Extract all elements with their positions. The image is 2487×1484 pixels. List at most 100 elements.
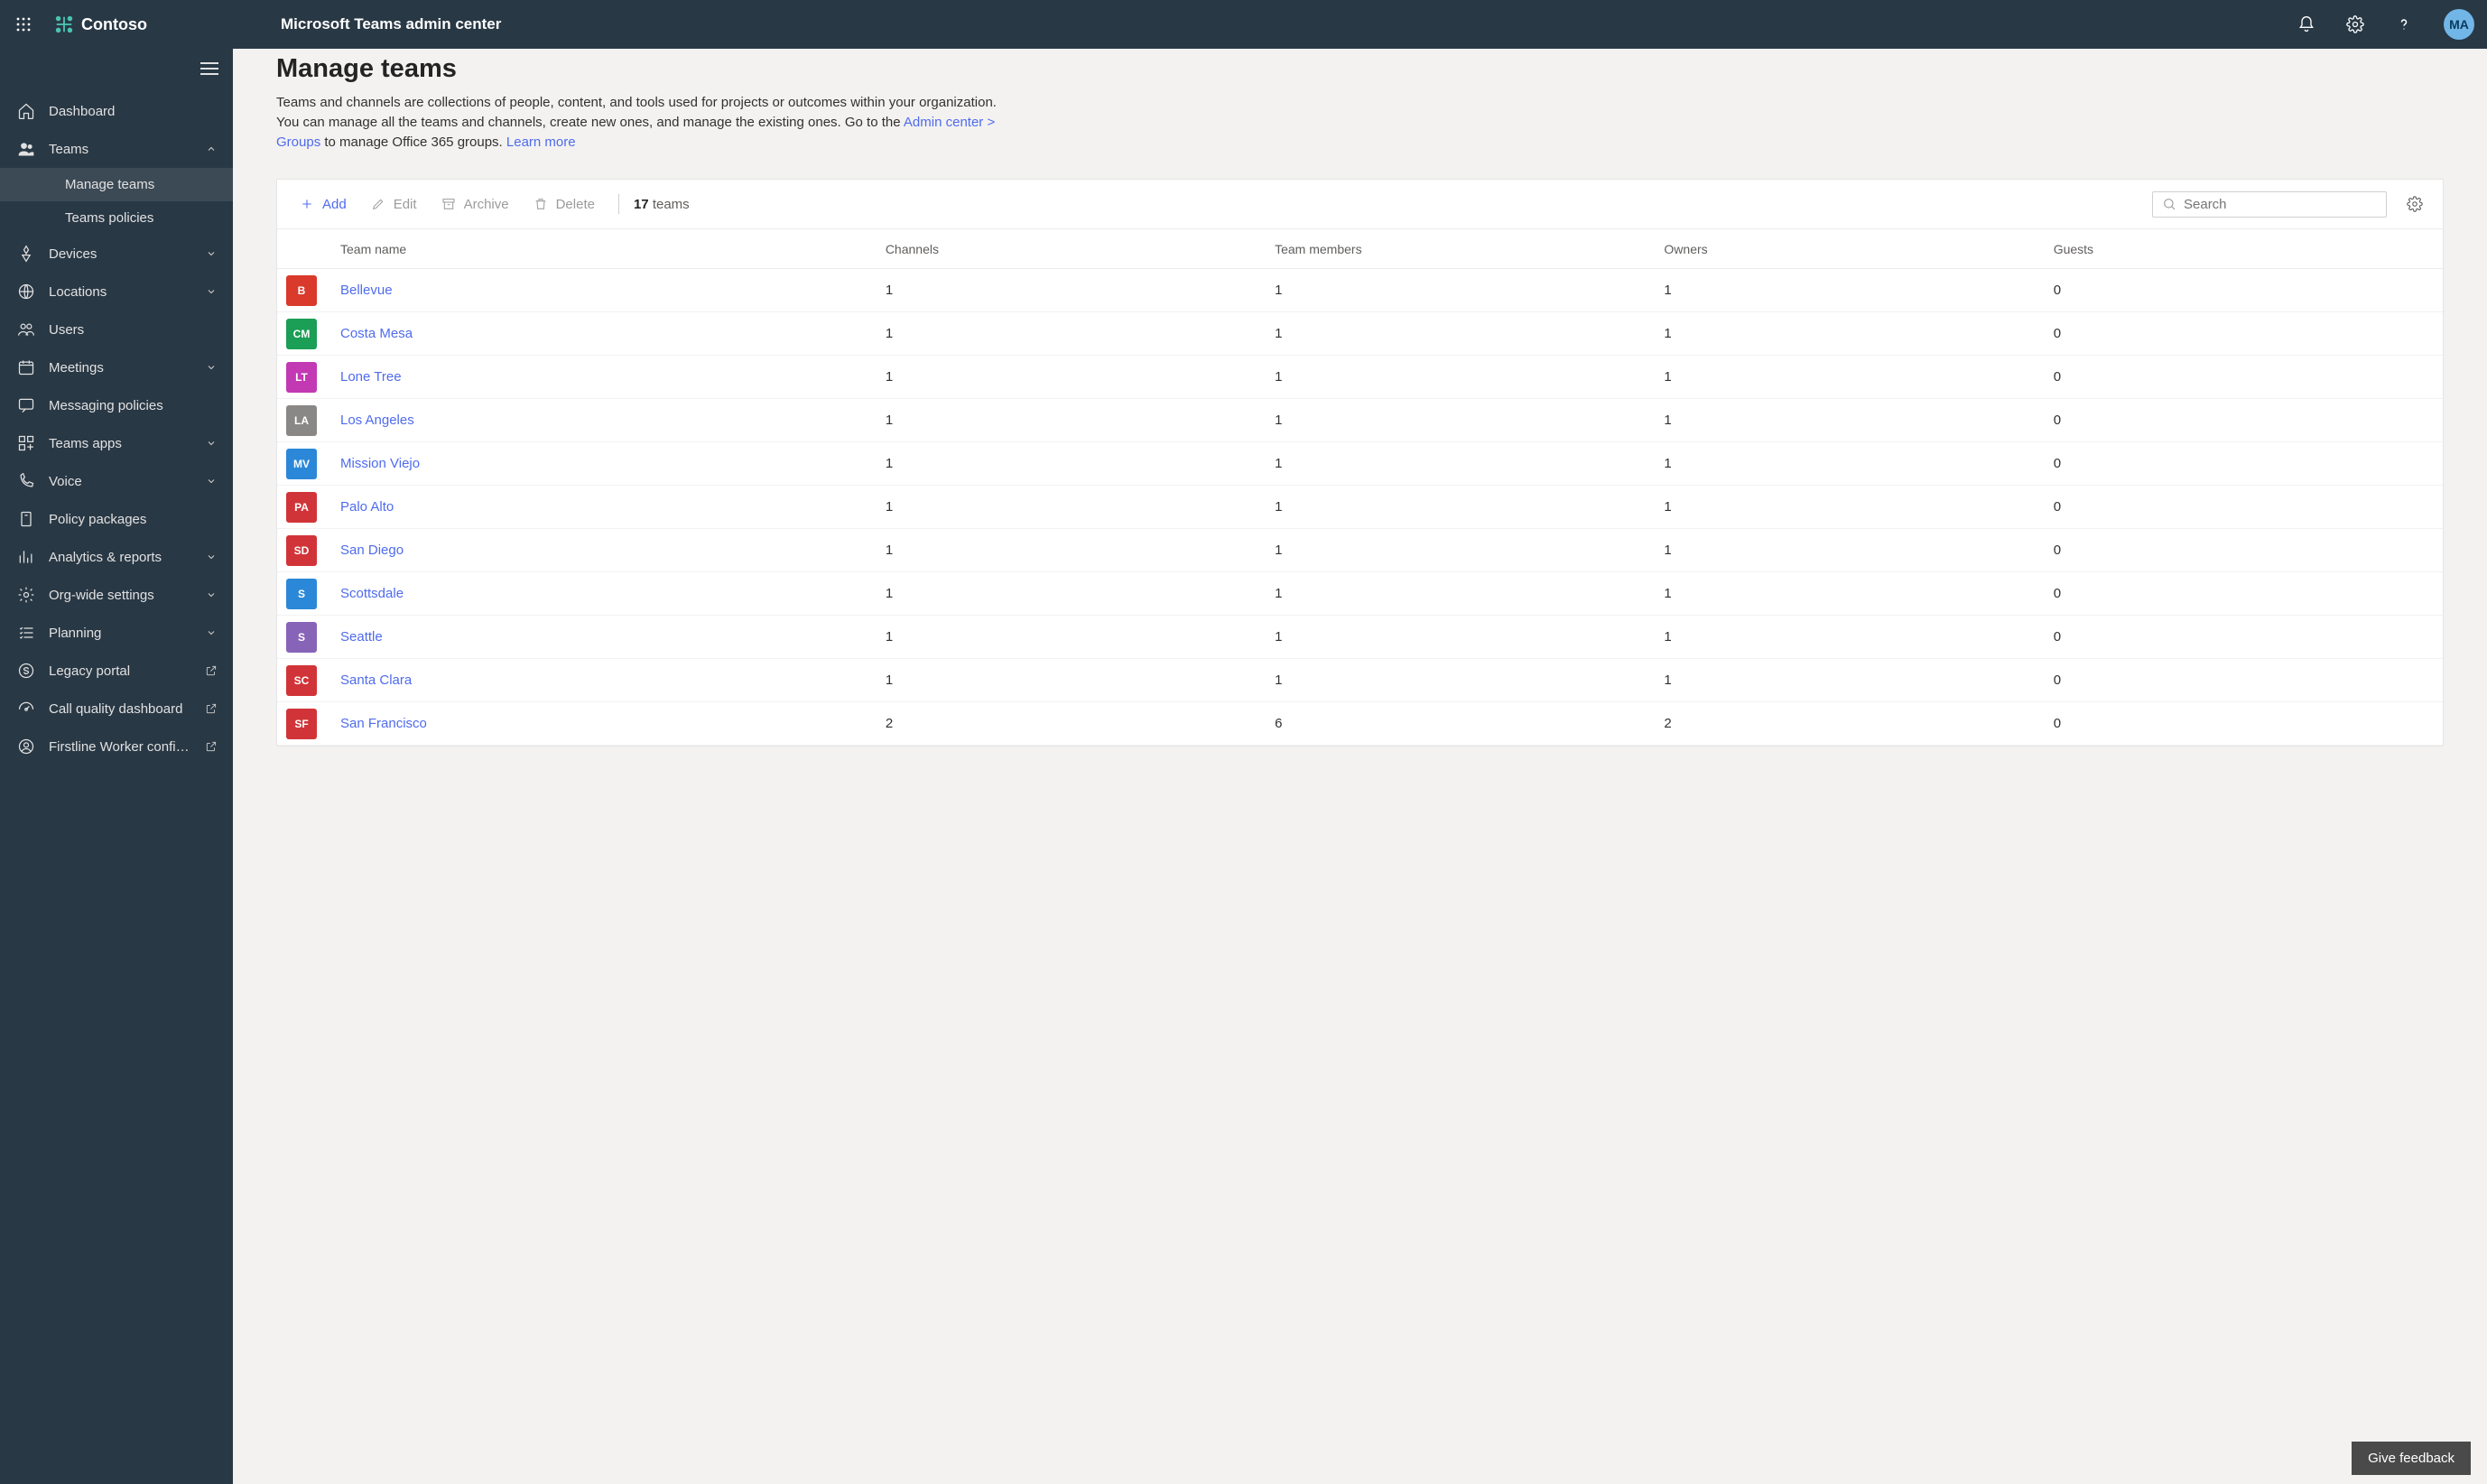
toolbar: Add Edit Archive Delete [277,180,2443,229]
table-row[interactable]: SScottsdale1110 [277,572,2443,616]
cell-owners: 1 [1664,586,2053,601]
sidebar-item-analytics[interactable]: Analytics & reports [0,538,233,576]
sidebar-item-call-quality[interactable]: Call quality dashboard [0,690,233,728]
col-guests[interactable]: Guests [2054,242,2443,256]
brand-logo[interactable]: Contoso [47,14,154,34]
team-name-link[interactable]: Santa Clara [340,672,412,688]
team-name-link[interactable]: San Francisco [340,716,427,731]
sidebar-item-teams-apps[interactable]: Teams apps [0,424,233,462]
sidebar-item-messaging-policies[interactable]: Messaging policies [0,386,233,424]
sidebar-item-locations[interactable]: Locations [0,273,233,311]
plus-icon [299,196,315,212]
chevron-down-icon [204,550,218,564]
users-icon [16,320,36,339]
sidebar-item-legacy-portal[interactable]: Legacy portal [0,652,233,690]
table-row[interactable]: SDSan Diego1110 [277,529,2443,572]
team-name-link[interactable]: San Diego [340,543,404,558]
cell-members: 6 [1275,716,1664,731]
sidebar-item-label: Locations [49,284,191,300]
table-row[interactable]: LALos Angeles1110 [277,399,2443,442]
sidebar-item-devices[interactable]: Devices [0,235,233,273]
teams-count: 17 teams [634,197,690,212]
table-row[interactable]: SFSan Francisco2620 [277,702,2443,746]
table-row[interactable]: LTLone Tree1110 [277,356,2443,399]
team-name-link[interactable]: Costa Mesa [340,326,413,341]
table-row[interactable]: SCSanta Clara1110 [277,659,2443,702]
col-channels[interactable]: Channels [886,242,1275,256]
table-settings-icon[interactable] [2399,189,2430,219]
collapse-sidebar-icon[interactable] [200,60,218,81]
col-team-name[interactable]: Team name [340,242,886,256]
people-icon [16,139,36,159]
team-name-link[interactable]: Bellevue [340,283,393,298]
add-button[interactable]: Add [290,190,356,218]
cell-guests: 0 [2054,543,2443,558]
col-members[interactable]: Team members [1275,242,1664,256]
sidebar-item-label: Teams apps [49,436,191,451]
cell-channels: 1 [886,543,1275,558]
cell-owners: 2 [1664,716,2053,731]
table-row[interactable]: MVMission Viejo1110 [277,442,2443,486]
sidebar-subitem-teams-policies[interactable]: Teams policies [0,201,233,235]
notifications-icon[interactable] [2292,10,2321,39]
sidebar-item-policy-packages[interactable]: Policy packages [0,500,233,538]
cell-channels: 1 [886,586,1275,601]
cell-guests: 0 [2054,499,2443,515]
sidebar-item-label: Meetings [49,360,191,376]
cell-channels: 1 [886,629,1275,645]
cell-members: 1 [1275,499,1664,515]
trash-icon [533,196,549,212]
sidebar-item-org-settings[interactable]: Org-wide settings [0,576,233,614]
device-icon [16,244,36,264]
search-box[interactable] [2152,191,2387,218]
search-input[interactable] [2184,197,2377,212]
avatar[interactable]: MA [2444,9,2474,40]
chevron-up-icon [204,142,218,156]
gear-icon [16,585,36,605]
sidebar-item-label: Dashboard [49,104,218,119]
cell-channels: 1 [886,672,1275,688]
sidebar-item-dashboard[interactable]: Dashboard [0,92,233,130]
table-row[interactable]: BBellevue1110 [277,269,2443,312]
team-name-link[interactable]: Seattle [340,629,383,645]
sidebar-item-meetings[interactable]: Meetings [0,348,233,386]
cell-owners: 1 [1664,413,2053,428]
edit-button[interactable]: Edit [361,190,426,218]
team-name-link[interactable]: Los Angeles [340,413,414,428]
team-name-link[interactable]: Mission Viejo [340,456,420,471]
learn-more-link[interactable]: Learn more [506,134,576,150]
page-title: Manage teams [276,54,2444,84]
settings-icon[interactable] [2341,10,2370,39]
sidebar-item-users[interactable]: Users [0,311,233,348]
sidebar-item-teams[interactable]: Teams [0,130,233,168]
cell-members: 1 [1275,283,1664,298]
cell-members: 1 [1275,586,1664,601]
external-link-icon [204,701,218,716]
sidebar-subitem-manage-teams[interactable]: Manage teams [0,168,233,201]
app-launcher-icon[interactable] [0,0,47,49]
delete-button[interactable]: Delete [524,190,604,218]
worker-icon [16,737,36,756]
team-badge: PA [286,492,317,523]
sidebar-item-planning[interactable]: Planning [0,614,233,652]
cell-owners: 1 [1664,283,2053,298]
help-icon[interactable] [2390,10,2418,39]
skype-icon [16,661,36,681]
package-icon [16,509,36,529]
give-feedback-button[interactable]: Give feedback [2352,1442,2471,1475]
team-name-link[interactable]: Lone Tree [340,369,402,385]
team-name-link[interactable]: Palo Alto [340,499,394,515]
table-row[interactable]: CMCosta Mesa1110 [277,312,2443,356]
team-name-link[interactable]: Scottsdale [340,586,404,601]
external-link-icon [204,663,218,678]
sidebar-item-voice[interactable]: Voice [0,462,233,500]
cell-guests: 0 [2054,369,2443,385]
col-owners[interactable]: Owners [1664,242,2053,256]
team-badge: LA [286,405,317,436]
cell-guests: 0 [2054,326,2443,341]
table-row[interactable]: PAPalo Alto1110 [277,486,2443,529]
sidebar-item-firstline[interactable]: Firstline Worker configu... [0,728,233,765]
cell-owners: 1 [1664,369,2053,385]
archive-button[interactable]: Archive [432,190,518,218]
table-row[interactable]: SSeattle1110 [277,616,2443,659]
